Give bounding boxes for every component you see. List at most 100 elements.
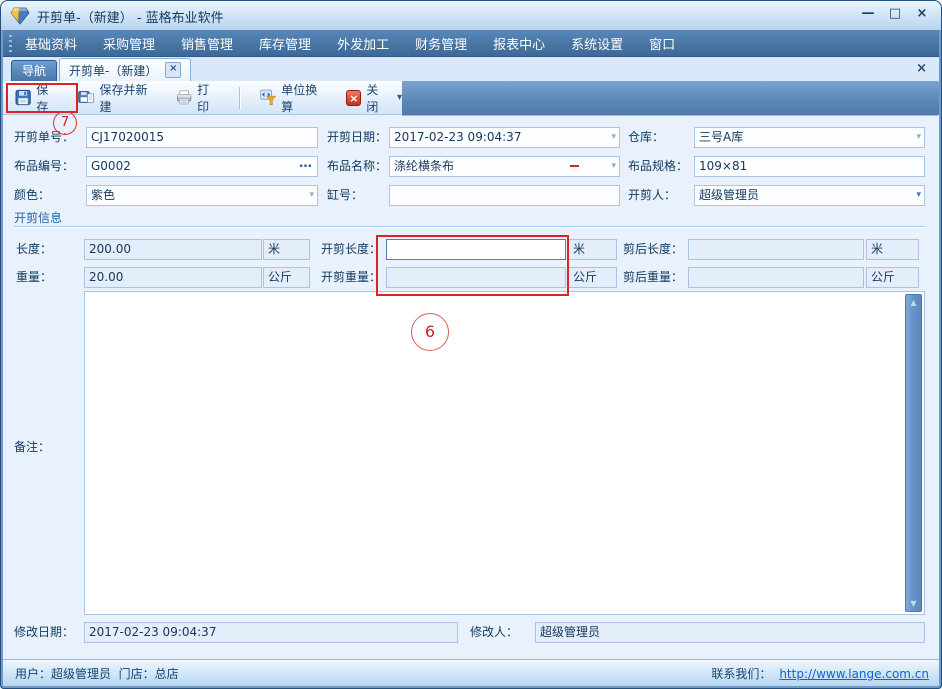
modifier-field: 超级管理员: [535, 622, 925, 643]
length-value: 200.00: [89, 242, 131, 256]
save-icon: [15, 89, 31, 106]
scroll-up-icon[interactable]: ▲: [906, 298, 921, 307]
save-button[interactable]: 保存: [15, 81, 59, 115]
cut-weight-label: 开剪重量：: [321, 267, 381, 288]
menu-bar: 基础资料 采购管理 销售管理 库存管理 外发加工 财务管理 报表中心 系统设置 …: [3, 30, 939, 57]
menu-item-system[interactable]: 系统设置: [571, 34, 623, 53]
cut-info-section-rule: [14, 226, 925, 228]
cut-date-label: 开剪日期：: [327, 127, 387, 148]
menu-item-purchase[interactable]: 采购管理: [103, 34, 155, 53]
unit-convert-button-label: 单位换算: [281, 81, 327, 115]
modify-date-label: 修改日期：: [14, 622, 74, 643]
print-button[interactable]: 打印: [176, 81, 220, 115]
fabric-name-dropdown-icon[interactable]: ▾: [611, 157, 616, 176]
menu-item-outsourcing[interactable]: 外发加工: [337, 34, 389, 53]
after-weight-unit: 公斤: [871, 270, 895, 284]
color-label: 颜色：: [14, 185, 50, 206]
save-button-label: 保存: [36, 81, 59, 115]
fabric-no-ellipsis-button[interactable]: …: [299, 156, 313, 173]
order-no-label: 开剪单号：: [14, 127, 74, 148]
color-dropdown-icon[interactable]: ▾: [309, 186, 314, 205]
after-length-unit-box: 米: [866, 239, 919, 260]
weight-value: 20.00: [89, 270, 123, 284]
save-and-new-button-label: 保存并新建: [99, 81, 156, 115]
contact-label: 联系我们：: [711, 665, 771, 682]
after-weight-unit-box: 公斤: [866, 267, 919, 288]
cutter-dropdown-icon[interactable]: ▾: [916, 186, 921, 205]
scroll-down-icon[interactable]: ▼: [906, 599, 921, 608]
website-link[interactable]: http://www.lange.com.cn: [779, 667, 929, 681]
fabric-no-value: G0002: [91, 159, 131, 173]
menu-item-finance[interactable]: 财务管理: [415, 34, 467, 53]
warehouse-dropdown-icon[interactable]: ▾: [916, 128, 921, 147]
after-weight-field: [688, 267, 864, 288]
menu-item-inventory[interactable]: 库存管理: [259, 34, 311, 53]
cut-info-section-title: 开剪信息: [14, 209, 62, 226]
fabric-no-label: 布品编号：: [14, 156, 74, 177]
length-field: 200.00: [84, 239, 262, 260]
minimize-button[interactable]: —: [861, 6, 875, 21]
color-value: 紫色: [91, 188, 115, 202]
cut-date-field[interactable]: 2017-02-23 09:04:37 ▾: [389, 127, 620, 148]
menu-item-sales[interactable]: 销售管理: [181, 34, 233, 53]
close-red-icon: ×: [346, 90, 361, 106]
order-no-value: CJ17020015: [91, 130, 164, 144]
menu-item-basic-data[interactable]: 基础资料: [25, 34, 77, 53]
fabric-spec-field[interactable]: 109×81: [694, 156, 925, 177]
weight-label: 重量：: [16, 267, 52, 288]
status-bar: 用户：超级管理员 门店：总店 联系我们： http://www.lange.co…: [3, 659, 939, 686]
cut-date-dropdown-icon[interactable]: ▾: [611, 128, 616, 147]
vat-no-label: 缸号：: [327, 185, 363, 206]
window-title: 开剪单-（新建） - 蓝格布业软件: [37, 7, 224, 26]
weight-unit-box: 公斤: [263, 267, 310, 288]
remark-scrollbar[interactable]: ▲ ▼: [905, 294, 922, 612]
after-weight-label: 剪后重量：: [623, 267, 683, 288]
menu-item-reports[interactable]: 报表中心: [493, 34, 545, 53]
cut-length-field[interactable]: [386, 239, 566, 260]
unit-convert-icon: [260, 89, 276, 106]
after-length-field: [688, 239, 864, 260]
app-logo-icon: [10, 7, 30, 25]
vat-no-field[interactable]: [389, 185, 620, 206]
maximize-button[interactable]: □: [888, 6, 902, 21]
fabric-name-value: 涤纶横条布: [394, 159, 454, 173]
cut-length-unit-box: 米: [568, 239, 617, 260]
length-unit-box: 米: [263, 239, 310, 260]
save-and-new-button[interactable]: 保存并新建: [78, 81, 157, 115]
fabric-spec-value: 109×81: [699, 159, 747, 173]
fabric-name-label: 布品名称：: [327, 156, 387, 177]
cut-length-unit: 米: [573, 242, 585, 256]
close-button[interactable]: ×: [915, 6, 929, 21]
cutter-value: 超级管理员: [699, 188, 759, 202]
remark-label: 备注：: [14, 437, 50, 458]
fabric-name-field[interactable]: 涤纶横条布 ▾: [389, 156, 620, 177]
order-no-field[interactable]: CJ17020015: [86, 127, 318, 148]
fabric-spec-label: 布品规格：: [628, 156, 688, 177]
menu-item-window[interactable]: 窗口: [649, 34, 675, 53]
cutter-field[interactable]: 超级管理员 ▾: [694, 185, 925, 206]
modify-date-value: 2017-02-23 09:04:37: [89, 625, 216, 639]
tab-navigation[interactable]: 导航: [11, 60, 57, 81]
fabric-no-field[interactable]: G0002 …: [86, 156, 318, 177]
user-info-text: 用户：超级管理员 门店：总店: [15, 665, 179, 682]
tab-document[interactable]: 开剪单-（新建） ×: [59, 58, 191, 81]
toolbar-close-button[interactable]: × 关闭 ▾: [346, 81, 402, 115]
color-field[interactable]: 紫色 ▾: [86, 185, 318, 206]
tab-close-icon[interactable]: ×: [165, 62, 181, 78]
cut-weight-unit: 公斤: [573, 270, 597, 284]
unit-convert-button[interactable]: 单位换算: [260, 81, 327, 115]
warehouse-label: 仓库：: [628, 127, 664, 148]
cutter-label: 开剪人：: [628, 185, 676, 206]
length-unit: 米: [268, 242, 280, 256]
modify-date-field: 2017-02-23 09:04:37: [84, 622, 458, 643]
toolbar-close-button-label: 关闭: [366, 81, 389, 115]
print-button-label: 打印: [197, 81, 220, 115]
toolbar-grip: [9, 35, 12, 52]
panel-close-icon[interactable]: ×: [916, 61, 927, 76]
tab-document-label: 开剪单-（新建）: [69, 62, 157, 79]
modifier-label: 修改人：: [470, 622, 518, 643]
warehouse-field[interactable]: 三号A库 ▾: [694, 127, 925, 148]
toolbar-separator: [239, 87, 241, 109]
cut-weight-field[interactable]: [386, 267, 566, 288]
remark-textarea[interactable]: ▲ ▼: [84, 291, 925, 615]
